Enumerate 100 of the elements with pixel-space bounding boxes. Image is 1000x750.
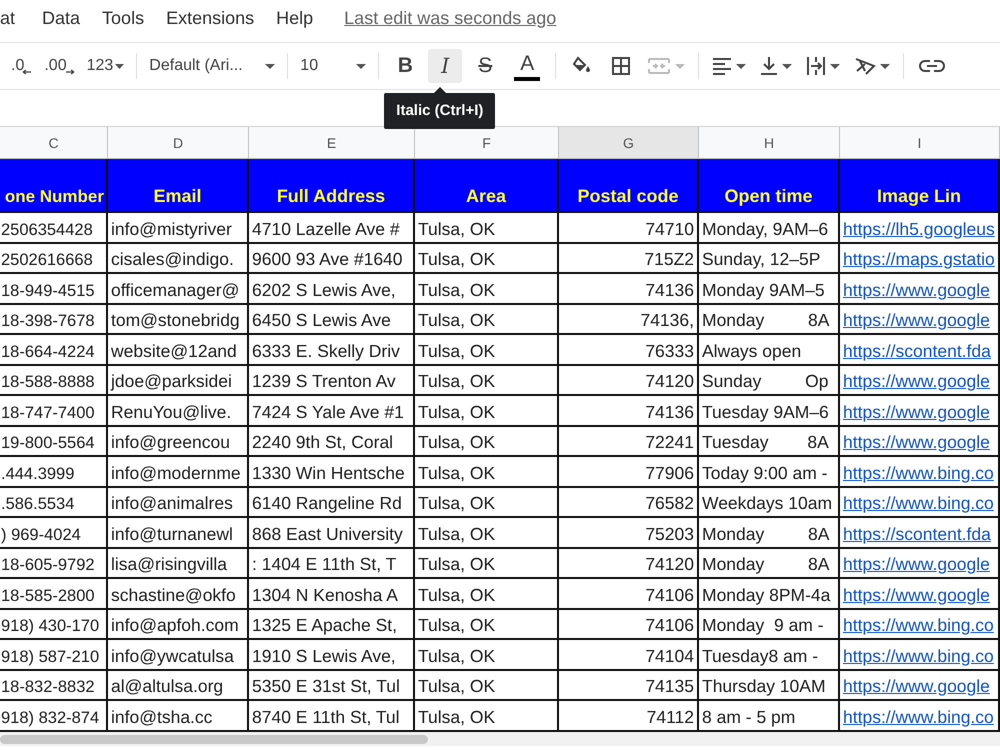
image-link[interactable]: https://www.google xyxy=(843,310,990,331)
last-edit-link[interactable]: Last edit was seconds ago xyxy=(344,8,556,28)
column-heading: Image Lin xyxy=(840,159,1000,213)
column-heading: one Number xyxy=(0,159,108,213)
image-link[interactable]: https://www.google xyxy=(843,676,990,697)
menu-item[interactable]: Extensions xyxy=(155,8,266,28)
table-cell: Tulsa, OK xyxy=(415,457,559,488)
image-link[interactable]: https://scontent.fda xyxy=(843,524,991,544)
column-letter[interactable]: G xyxy=(559,127,699,159)
image-link[interactable]: https://www.bing.co xyxy=(843,462,994,484)
text-rotation-button[interactable] xyxy=(854,56,890,76)
caret-icon xyxy=(675,64,686,68)
menu-item[interactable]: Help xyxy=(265,8,324,28)
column-heading: Full Address xyxy=(249,159,415,213)
table-cell: Tulsa, OK xyxy=(415,548,559,579)
table-cell: 74136 xyxy=(559,274,699,304)
table-cell: officemanager@ xyxy=(108,274,249,304)
table-cell: 75203 xyxy=(559,518,699,548)
column-letter[interactable]: I xyxy=(840,127,1000,159)
table-cell: Monday 8A xyxy=(699,304,840,335)
table-cell: Tuesday 9AM–6 xyxy=(699,396,840,426)
image-link[interactable]: https://www.bing.co xyxy=(843,706,994,728)
image-link[interactable]: https://scontent.fda xyxy=(843,340,991,362)
table-cell: 18-832-8832 xyxy=(0,670,108,701)
table-cell: info@mistyriver xyxy=(108,213,249,244)
table-cell: 76333 xyxy=(559,335,699,366)
table-cell: 76582 xyxy=(559,488,699,518)
column-letter[interactable]: F xyxy=(415,127,559,159)
table-cell: info@ywcatulsa xyxy=(108,640,249,670)
table-cell: 74120 xyxy=(559,366,699,396)
image-link[interactable]: https://www.bing.co xyxy=(843,493,994,514)
table-cell: RenuYou@live. xyxy=(108,396,249,426)
arrow-left-icon xyxy=(22,69,32,75)
bold-button[interactable]: B xyxy=(388,49,422,83)
table-cell: Tulsa, OK xyxy=(415,396,559,426)
scrollbar-thumb[interactable] xyxy=(0,734,428,744)
image-link[interactable]: https://www.google xyxy=(843,432,990,453)
table-cell: Tulsa, OK xyxy=(415,670,559,701)
image-link[interactable]: https://www.google xyxy=(843,584,990,606)
table-cell: 72241 xyxy=(559,426,699,457)
horizontal-align-button[interactable] xyxy=(712,57,746,75)
table-cell: ) 969-4024 xyxy=(0,518,108,548)
column-letter[interactable]: D xyxy=(108,127,249,159)
table-cell: Tulsa, OK xyxy=(415,579,559,610)
table-cell: 1325 E Apache St, xyxy=(249,610,415,640)
table-cell: info@turnanewl xyxy=(108,518,249,548)
decrease-decimal-button[interactable]: .0 xyxy=(8,54,36,78)
text-color-button[interactable]: A xyxy=(514,51,540,81)
table-cell: Tulsa, OK xyxy=(415,426,559,457)
number-format-dropdown[interactable]: 123 xyxy=(84,54,128,78)
menu-item[interactable]: at xyxy=(0,8,32,28)
table-cell: Tulsa, OK xyxy=(415,304,559,335)
table-cell: Tulsa, OK xyxy=(415,366,559,396)
table-cell: 74106 xyxy=(559,610,699,640)
image-link[interactable]: https://www.google xyxy=(843,402,990,422)
table-cell: 918) 587-210 xyxy=(0,640,108,670)
caret-icon xyxy=(880,64,890,68)
table-cell: 6140 Rangeline Rd xyxy=(249,488,415,518)
increase-decimal-button[interactable]: .00 xyxy=(41,54,78,78)
caret-icon xyxy=(782,64,792,68)
table-cell: info@animalres xyxy=(108,488,249,518)
table-cell: 6450 S Lewis Ave xyxy=(249,304,415,335)
column-heading: Area xyxy=(415,159,559,213)
tooltip-pointer-icon xyxy=(434,87,446,93)
image-link[interactable]: https://maps.gstatio xyxy=(843,249,995,270)
table-cell: 2506354428 xyxy=(0,213,108,244)
image-link[interactable]: https://www.bing.co xyxy=(843,646,994,666)
table-cell: 9600 93 Ave #1640 xyxy=(249,244,415,274)
table-cell: 918) 430-170 xyxy=(0,610,108,640)
table-cell: 19-800-5564 xyxy=(0,426,108,457)
table-cell: 1910 S Lewis Ave, xyxy=(249,640,415,670)
column-letter[interactable]: H xyxy=(699,127,840,159)
image-link[interactable]: https://www.google xyxy=(843,280,990,300)
column-letter[interactable]: E xyxy=(249,127,415,159)
table-cell: 74710 xyxy=(559,213,699,244)
text-rotate-icon xyxy=(854,56,876,76)
image-link[interactable]: https://lh5.googleus xyxy=(843,218,995,240)
table-cell: Tulsa, OK xyxy=(415,274,559,304)
table-cell: Monday 8A xyxy=(699,548,840,579)
image-link[interactable]: https://www.google xyxy=(843,554,990,575)
text-wrap-button[interactable] xyxy=(806,56,840,76)
menu-item[interactable]: Tools xyxy=(91,8,156,28)
table-cell: info@apfoh.com xyxy=(108,610,249,640)
borders-icon[interactable] xyxy=(611,56,632,76)
table-cell: 74136, xyxy=(559,304,699,335)
image-link[interactable]: https://www.google xyxy=(843,371,990,392)
table-cell: .586.5534 xyxy=(0,488,108,518)
menu-item[interactable]: Data xyxy=(31,8,92,28)
italic-button[interactable]: I xyxy=(428,49,462,83)
table-cell: 18-664-4224 xyxy=(0,335,108,366)
font-dropdown[interactable]: Default (Ari... xyxy=(146,54,278,78)
table-cell: jdoe@parksidei xyxy=(108,366,249,396)
strikethrough-button[interactable]: S xyxy=(468,49,502,83)
vertical-align-button[interactable] xyxy=(760,56,792,76)
font-size-dropdown[interactable]: 10 xyxy=(297,54,370,78)
image-link[interactable]: https://www.bing.co xyxy=(843,615,994,636)
table-cell: Monday 8PM-4a xyxy=(699,579,840,610)
column-letter[interactable]: C xyxy=(0,127,108,159)
link-icon[interactable] xyxy=(919,59,946,73)
table-cell: 2240 9th St, Coral xyxy=(249,426,415,457)
